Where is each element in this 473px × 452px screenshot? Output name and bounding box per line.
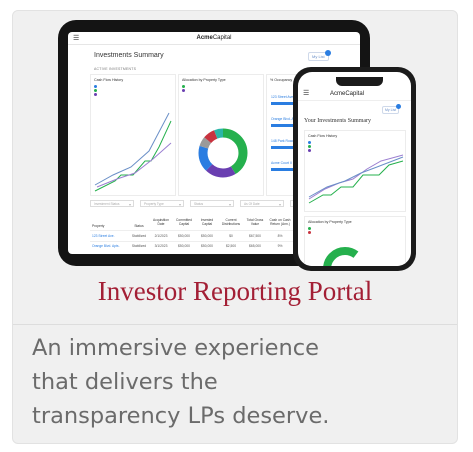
table-cell: $50,000 — [178, 244, 190, 248]
table-cell: $2,500 — [225, 244, 237, 248]
my-list-link: My List — [382, 104, 402, 114]
panel-title: % Occupancy — [270, 78, 293, 82]
table-cell: 8% — [277, 234, 283, 238]
device-mockup-image: ☰ AcmeCapital Investments Summary My Lis… — [13, 11, 457, 273]
phone-mockup: ☰ AcmeCapital My List Your Investments S… — [293, 67, 416, 271]
column-header: Property — [92, 224, 105, 228]
my-list-link: My List — [308, 50, 331, 61]
logo: AcmeCapital — [196, 35, 232, 41]
tablet-topbar: ☰ AcmeCapital — [68, 32, 360, 45]
phone-screen: ☰ AcmeCapital My List Your Investments S… — [298, 72, 411, 266]
page-title: Investments Summary — [94, 52, 164, 59]
filter-dropdown: As Of Date — [240, 200, 284, 208]
page-title: Your Investments Summary — [304, 118, 372, 124]
cash-flow-line-chart — [94, 112, 172, 192]
table-cell: Stabilized — [131, 244, 147, 248]
table-cell: 3/1/2023 — [154, 244, 168, 248]
occupancy-label: Acme Court II — [271, 161, 292, 165]
notification-dot — [396, 104, 402, 109]
table-cell: $65,000 — [249, 244, 261, 248]
filter-dropdown: Status — [190, 200, 234, 208]
filter-dropdown: Investment Status — [90, 200, 134, 208]
notification-dot — [324, 50, 331, 56]
table-cell: $0 — [229, 234, 233, 238]
table-cell: $50,000 — [201, 244, 213, 248]
cash-flow-panel: Cash Flow History — [90, 74, 176, 196]
phone-notch — [336, 77, 383, 86]
card-description: An immersive experience that delivers th… — [32, 335, 330, 429]
column-header: Committed Capital — [176, 218, 192, 226]
allocation-panel: Allocation by Property Type — [178, 74, 264, 196]
table-cell: Stabilized — [131, 234, 147, 238]
column-header: Cash on Cash Return (Ann.) — [269, 218, 291, 226]
table-cell: 2/1/2023 — [154, 234, 168, 238]
occupancy-label: 148 Park Road — [271, 139, 294, 143]
column-header: Status — [134, 224, 144, 228]
filter-dropdown: Property Type — [140, 200, 184, 208]
allocation-donut-chart — [323, 247, 367, 266]
column-header: Acquisition Date — [153, 218, 169, 226]
property-link: Orange Blvd. Apts. — [92, 244, 120, 248]
series-line — [308, 160, 404, 204]
section-label: ACTIVE INVESTMENTS — [94, 67, 137, 71]
hamburger-icon: ☰ — [73, 35, 80, 42]
logo: AcmeCapital — [330, 91, 365, 97]
column-header: Invested Capital — [200, 218, 214, 226]
property-link: 123 Street Ave. — [92, 234, 115, 238]
donut-slice — [323, 247, 367, 266]
allocation-panel: Allocation by Property Type — [304, 216, 406, 266]
cash-flow-line-chart — [308, 154, 404, 204]
table-cell: $50,000 — [201, 234, 213, 238]
feature-card[interactable]: ☰ AcmeCapital Investments Summary My Lis… — [12, 10, 458, 444]
table-cell: $50,000 — [178, 234, 190, 238]
series-line — [308, 154, 404, 200]
hamburger-icon: ☰ — [303, 90, 310, 97]
phone-topbar: ☰ AcmeCapital — [298, 88, 411, 101]
column-header: Current Distributions — [221, 218, 241, 226]
column-header: Total Gross Value — [246, 218, 264, 226]
table-cell: 9% — [277, 244, 283, 248]
divider — [13, 324, 457, 325]
occupancy-label: 123 Street Ave. — [271, 95, 295, 99]
cash-flow-panel: Cash Flow History — [304, 130, 406, 212]
table-cell: $67,500 — [249, 234, 261, 238]
card-heading: Investor Reporting Portal — [97, 276, 373, 306]
allocation-donut-chart — [198, 128, 248, 178]
